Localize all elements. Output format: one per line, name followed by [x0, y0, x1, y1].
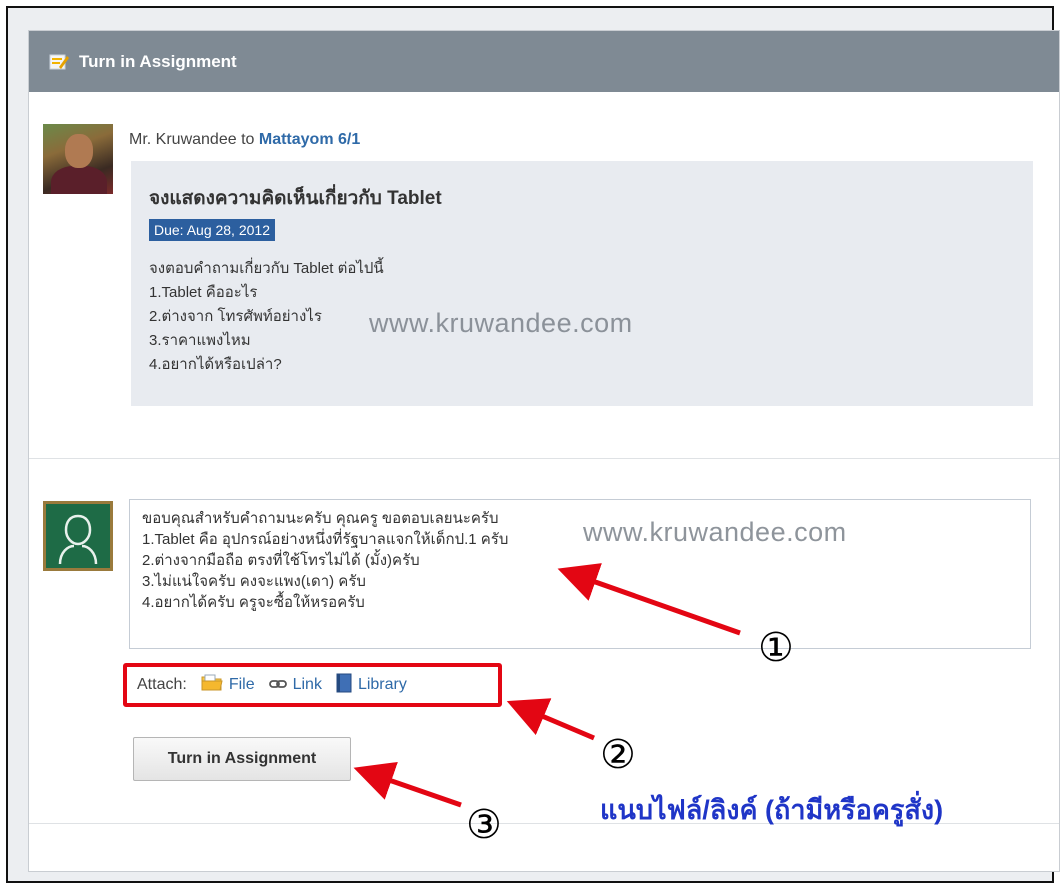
annotation-number-1: ① — [758, 626, 794, 670]
annotation-number-2: ② — [600, 733, 636, 777]
arrow-to-answer — [557, 563, 741, 636]
arrow-to-attach — [506, 698, 595, 741]
arrow-to-submit — [353, 761, 462, 808]
annotation-caption: แนบไฟล์/ลิงค์ (ถ้ามีหรือครูสั่ง) — [600, 795, 944, 825]
annotation-number-3: ③ — [466, 803, 502, 847]
annotation-arrows — [353, 563, 741, 808]
